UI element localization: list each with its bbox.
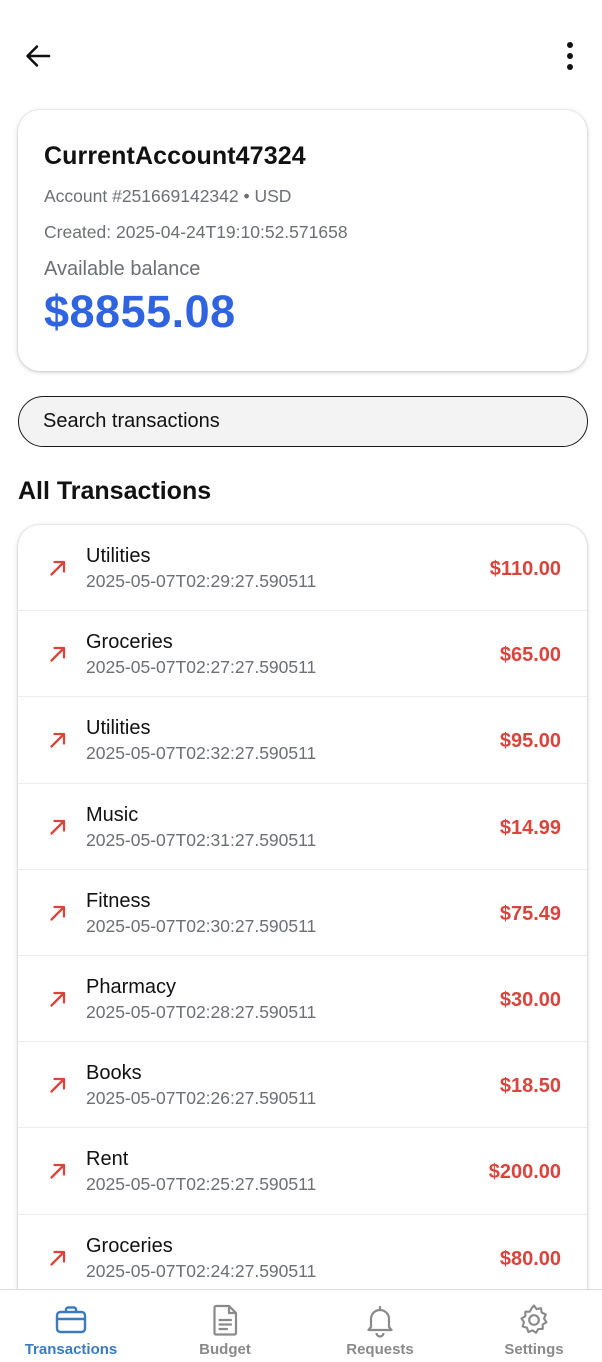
transactions-list: Utilities 2025-05-07T02:29:27.590511 $110.… xyxy=(18,525,587,1325)
back-arrow-icon xyxy=(26,45,51,67)
transaction-title: Fitness xyxy=(86,889,151,912)
nav-item-settings[interactable]: Settings xyxy=(459,1290,602,1362)
transaction-row[interactable]: Utilities 2025-05-07T02:32:27.590511 $95.0… xyxy=(18,697,587,784)
more-vertical-icon xyxy=(567,42,573,70)
transaction-row[interactable]: Rent 2025-05-07T02:25:27.590511 $200.00 xyxy=(18,1128,587,1215)
account-name: CurrentAccount47324 xyxy=(44,142,306,170)
transaction-amount: $95.00 xyxy=(499,730,561,753)
transaction-row[interactable]: Groceries 2025-05-07T02:27:27.590511 $65.0… xyxy=(18,611,587,698)
transaction-date: 2025-05-07T02:28:27.590511 xyxy=(86,1001,317,1022)
transaction-title: Books xyxy=(86,1062,142,1085)
transaction-date: 2025-05-07T02:25:27.590511 xyxy=(86,1174,317,1195)
nav-label: Budget xyxy=(199,1341,251,1358)
account-number: Account #251669142342 • USD xyxy=(44,186,292,206)
transaction-amount: $75.49 xyxy=(499,902,561,925)
transaction-row[interactable]: Fitness 2025-05-07T02:30:27.590511 $75.49 xyxy=(18,870,587,956)
transaction-amount: $30.00 xyxy=(499,988,561,1011)
transaction-amount: $110.00 xyxy=(489,558,561,580)
transaction-amount: $200.00 xyxy=(488,1161,561,1184)
document-icon xyxy=(213,1304,238,1336)
nav-item-requests[interactable]: Requests xyxy=(305,1290,455,1362)
transaction-amount: $65.00 xyxy=(499,644,561,667)
account-summary-card: CurrentAccount47324 Account #25166914234… xyxy=(18,110,587,371)
outgoing-arrow-icon xyxy=(50,905,66,921)
transaction-row[interactable]: Utilities 2025-05-07T02:29:27.590511 $110.… xyxy=(18,525,587,612)
transaction-title: Utilities xyxy=(86,545,151,567)
available-balance-label: Available balance xyxy=(44,258,201,280)
transaction-title: Pharmacy xyxy=(86,975,177,998)
transaction-title: Groceries xyxy=(86,1234,173,1257)
transaction-date: 2025-05-07T02:32:27.590511 xyxy=(86,743,317,764)
gear-icon xyxy=(520,1304,548,1334)
transaction-amount: $14.99 xyxy=(499,816,561,839)
bell-icon xyxy=(367,1305,393,1338)
transaction-title: Utilities xyxy=(86,717,151,740)
transaction-date: 2025-05-07T02:26:27.590511 xyxy=(86,1088,317,1109)
transaction-title: Rent xyxy=(86,1148,129,1171)
nav-label: Transactions xyxy=(24,1341,118,1358)
account-created-date: Created: 2025-04-24T19:10:52.571658 xyxy=(44,222,348,242)
outgoing-arrow-icon xyxy=(50,1250,66,1266)
transaction-date: 2025-05-07T02:24:27.590511 xyxy=(86,1260,317,1281)
nav-item-budget[interactable]: Budget xyxy=(150,1290,300,1362)
transaction-row[interactable]: Books 2025-05-07T02:26:27.590511 $18.50 xyxy=(18,1042,587,1129)
briefcase-icon xyxy=(55,1306,87,1334)
outgoing-arrow-icon xyxy=(50,819,66,835)
back-button[interactable] xyxy=(18,36,58,76)
outgoing-arrow-icon xyxy=(50,733,66,749)
section-title: All Transactions xyxy=(18,477,212,505)
available-balance-amount: $8855.08 xyxy=(44,286,236,337)
transaction-amount: $80.00 xyxy=(499,1247,561,1270)
outgoing-arrow-icon xyxy=(50,1077,66,1093)
top-app-bar xyxy=(0,0,602,110)
transaction-row[interactable]: Music 2025-05-07T02:31:27.590511 $14.99 xyxy=(18,784,587,870)
transaction-row[interactable]: Groceries 2025-05-07T02:24:27.590511 $80.0… xyxy=(18,1215,587,1301)
outgoing-arrow-icon xyxy=(50,647,66,662)
more-options-button[interactable] xyxy=(550,36,590,76)
search-transactions-input[interactable] xyxy=(18,396,588,447)
transaction-title: Groceries xyxy=(86,631,173,654)
nav-item-transactions[interactable]: Transactions xyxy=(0,1290,146,1362)
outgoing-arrow-icon xyxy=(50,560,66,576)
nav-label: Requests xyxy=(346,1341,414,1358)
transaction-title: Music xyxy=(86,803,139,826)
transaction-row[interactable]: Pharmacy 2025-05-07T02:28:27.590511 $30.00 xyxy=(18,956,587,1043)
transaction-date: 2025-05-07T02:27:27.590511 xyxy=(86,657,317,678)
transaction-date: 2025-05-07T02:31:27.590511 xyxy=(86,829,317,850)
transaction-date: 2025-05-07T02:29:27.590511 xyxy=(86,571,317,591)
outgoing-arrow-icon xyxy=(50,991,66,1007)
bottom-navigation: Transactions Budget Requests Settings xyxy=(0,1289,602,1362)
nav-label: Settings xyxy=(504,1341,564,1358)
transaction-date: 2025-05-07T02:30:27.590511 xyxy=(86,915,317,936)
transaction-amount: $18.50 xyxy=(499,1075,561,1098)
outgoing-arrow-icon xyxy=(50,1164,66,1179)
